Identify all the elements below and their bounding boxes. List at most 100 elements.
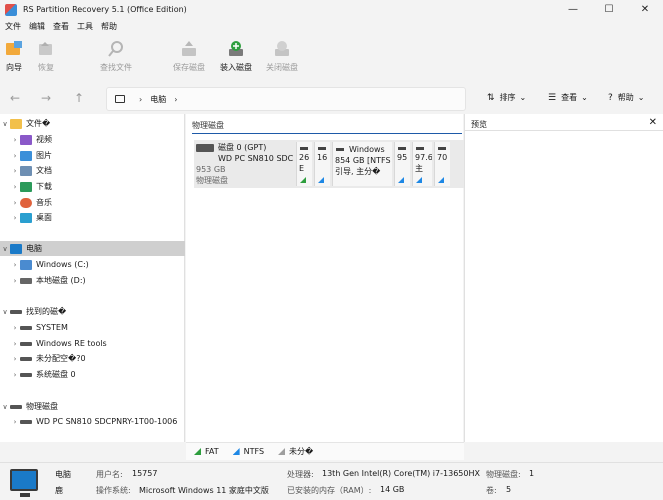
navigation-bar: ← → ↑ › 电脑 › ⇅ 排序 ⌄ ☰ 查看 ⌄ ? 帮助 ⌄ [0,84,663,114]
chevron-down-icon[interactable]: ∨ [0,245,10,253]
help-icon: ? [608,92,613,103]
ntfs-marker-icon [398,177,404,183]
restore-button[interactable]: 恢复 [37,40,55,78]
tree-item-videos[interactable]: › 视频 [0,132,185,147]
tree-computer[interactable]: ∨ 电脑 [0,241,185,256]
mount-disk-icon [227,40,245,58]
legend-ntfs: NTFS [232,447,264,456]
menu-edit[interactable]: 编辑 [29,21,45,32]
chevron-down-icon[interactable]: ∨ [0,403,10,411]
tree-item-wd-disk[interactable]: › WD PC SN810 SDCPNRY-1T00-1006 [0,414,185,429]
drive-icon [438,147,446,150]
tree-item-unallocated[interactable]: › 未分配空�?0 [0,351,185,366]
tree-item-pictures[interactable]: › 图片 [0,148,185,163]
partition-tile[interactable]: 97.6 主 [412,142,432,186]
tree-item-system-disk[interactable]: › 系统磁盘 0 [0,367,185,382]
drive-icon [20,277,32,284]
disk-icon [10,404,22,409]
chevron-down-icon: ⌄ [581,93,588,102]
cpu-value: 13th Gen Intel(R) Core(TM) i7-13650HX [322,469,480,478]
menu-tools[interactable]: 工具 [77,21,93,32]
drive-icon [336,148,344,151]
disk-card[interactable]: 磁盘 0 (GPT) WD PC SN810 SDC 953 GB 物理磁盘 2… [194,140,464,188]
download-folder-icon [20,181,32,192]
partition-tile-windows[interactable]: Windows 854 GB [NTFS 引导, 主分� [332,142,392,186]
tree-item-drive-c[interactable]: › Windows (C:) [0,257,185,272]
drive-icon [20,372,32,377]
close-button[interactable]: ✕ [627,0,663,19]
breadcrumb-computer[interactable]: 电脑 [150,94,166,105]
tree-physical-disks[interactable]: ∨ 物理磁盘 [0,399,185,414]
minimize-button[interactable]: — [555,0,591,19]
save-disk-icon [180,40,198,58]
sort-icon: ⇅ [487,92,495,103]
find-file-button[interactable]: 查找文件 [100,40,132,78]
documents-folder-icon [20,165,32,176]
help-button[interactable]: ? 帮助 ⌄ [608,92,644,103]
drive-icon [20,341,32,346]
partition-tile[interactable]: 16 [314,142,330,186]
header-underline [192,133,462,134]
fat-marker-icon [300,177,306,183]
computer-name: 电脑 [55,470,71,479]
desktop-folder-icon [20,212,32,223]
drive-icon [416,147,424,150]
music-folder-icon [20,197,32,208]
divider [465,130,663,131]
window-controls: — ☐ ✕ [555,0,663,19]
tree-item-downloads[interactable]: › 下载 [0,179,185,194]
tree-item-drive-d[interactable]: › 本地磁盘 (D:) [0,273,185,288]
partition-tile[interactable]: 26 E [296,142,312,186]
forward-arrow-icon[interactable]: → [41,91,51,105]
disk-info: 磁盘 0 (GPT) WD PC SN810 SDC 953 GB 物理磁盘 [196,143,294,185]
chevron-down-icon: ⌄ [519,93,527,102]
chevron-down-icon[interactable]: ∨ [0,120,10,128]
mount-disk-button[interactable]: 装入磁盘 [220,40,252,78]
computer-icon [115,95,125,103]
toolbar: 向导 恢复 查找文件 保存磁盘 装入磁盘 关闭磁盘 [0,34,663,80]
disks-count: 1 [529,469,535,478]
filesystem-legend: FAT NTFS 未分� [186,442,464,460]
tree-quick-access[interactable]: ∨ 文件� [0,116,185,131]
partition-tile[interactable]: 70 [434,142,450,186]
folder-icon [10,118,22,129]
tree-item-documents[interactable]: › 文档 [0,163,185,178]
close-disk-button[interactable]: 关闭磁盘 [266,40,298,78]
tree-item-system[interactable]: › SYSTEM [0,320,185,335]
tree-item-windows-re[interactable]: › Windows RE tools [0,336,185,351]
volumes-count: 5 [506,485,512,494]
save-disk-button[interactable]: 保存磁盘 [173,40,205,78]
close-icon[interactable]: ✕ [649,117,657,128]
title-bar: RS Partition Recovery 5.1 (Office Editio… [0,0,663,19]
monitor-icon [10,469,38,497]
disk-icon [10,309,22,314]
user-name: 15757 [132,469,158,478]
video-folder-icon [20,134,32,145]
view-button[interactable]: ☰ 查看 ⌄ [548,92,588,103]
back-arrow-icon[interactable]: ← [10,91,20,105]
fat-marker-icon [194,448,201,455]
sort-button[interactable]: ⇅ 排序 ⌄ [487,92,526,103]
maximize-button[interactable]: ☐ [591,0,627,19]
drive-icon [20,419,32,424]
partition-tile[interactable]: 95 [394,142,410,186]
menu-help[interactable]: 帮助 [101,21,117,32]
hard-disk-icon [196,143,214,152]
tree-item-desktop[interactable]: › 桌面 [0,210,185,225]
up-arrow-icon[interactable]: ↑ [74,91,84,105]
menu-view[interactable]: 查看 [53,21,69,32]
chevron-down-icon[interactable]: ∨ [0,308,10,316]
search-icon [107,40,125,58]
chevron-right-icon: › [174,94,178,104]
close-disk-icon [273,40,291,58]
content-panel: 物理磁盘 磁盘 0 (GPT) WD PC SN810 SDC 953 GB 物… [186,114,464,442]
address-bar[interactable]: › 电脑 › [106,87,466,111]
tree-item-music[interactable]: › 音乐 [0,195,185,210]
computer-sub: 鹿 [55,486,63,495]
tree-found-disks[interactable]: ∨ 找到的磁� [0,304,185,319]
wizard-button[interactable]: 向导 [5,40,23,78]
windows-drive-icon [20,259,32,270]
computer-icon [10,243,22,254]
menu-file[interactable]: 文件 [5,21,21,32]
chevron-right-icon: › [139,94,143,104]
